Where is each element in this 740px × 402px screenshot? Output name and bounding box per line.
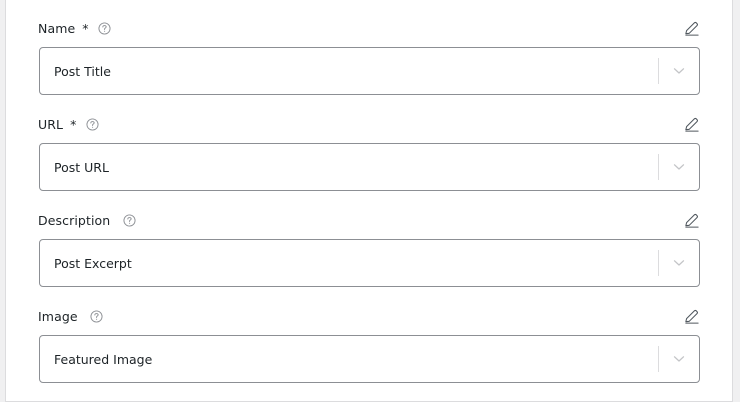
select-value: Post URL — [54, 159, 109, 175]
field-description: Description Post Excerpt — [38, 209, 700, 287]
field-label: URL — [38, 116, 64, 132]
field-label-row: Description — [38, 209, 700, 231]
help-icon[interactable] — [85, 117, 99, 131]
select-value: Post Title — [54, 63, 111, 79]
help-icon[interactable] — [122, 213, 136, 227]
select-value: Post Excerpt — [54, 255, 132, 271]
chevron-down-icon[interactable] — [659, 48, 699, 94]
edit-pencil-icon[interactable] — [682, 19, 700, 37]
field-label-row: Image — [38, 305, 700, 327]
name-select[interactable]: Post Title — [39, 47, 700, 95]
description-select[interactable]: Post Excerpt — [39, 239, 700, 287]
required-mark: * — [82, 20, 89, 36]
chevron-down-icon[interactable] — [659, 144, 699, 190]
chevron-down-icon[interactable] — [659, 336, 699, 382]
image-select[interactable]: Featured Image — [39, 335, 700, 383]
edit-pencil-icon[interactable] — [682, 115, 700, 133]
settings-panel: Name * Post Title URL * Post URL Descrip… — [5, 0, 733, 402]
edit-pencil-icon[interactable] — [682, 211, 700, 229]
chevron-down-icon[interactable] — [659, 240, 699, 286]
field-label-row: Name * — [38, 17, 700, 39]
field-label: Name — [38, 20, 76, 36]
select-value: Featured Image — [54, 351, 153, 367]
field-label: Image — [38, 308, 78, 324]
help-icon[interactable] — [90, 309, 104, 323]
edit-pencil-icon[interactable] — [682, 307, 700, 325]
required-mark: * — [70, 116, 77, 132]
field-image: Image Featured Image — [38, 305, 700, 383]
help-icon[interactable] — [98, 21, 112, 35]
field-label-row: URL * — [38, 113, 700, 135]
field-name: Name * Post Title — [38, 17, 700, 95]
field-label: Description — [38, 212, 111, 228]
field-url: URL * Post URL — [38, 113, 700, 191]
url-select[interactable]: Post URL — [39, 143, 700, 191]
